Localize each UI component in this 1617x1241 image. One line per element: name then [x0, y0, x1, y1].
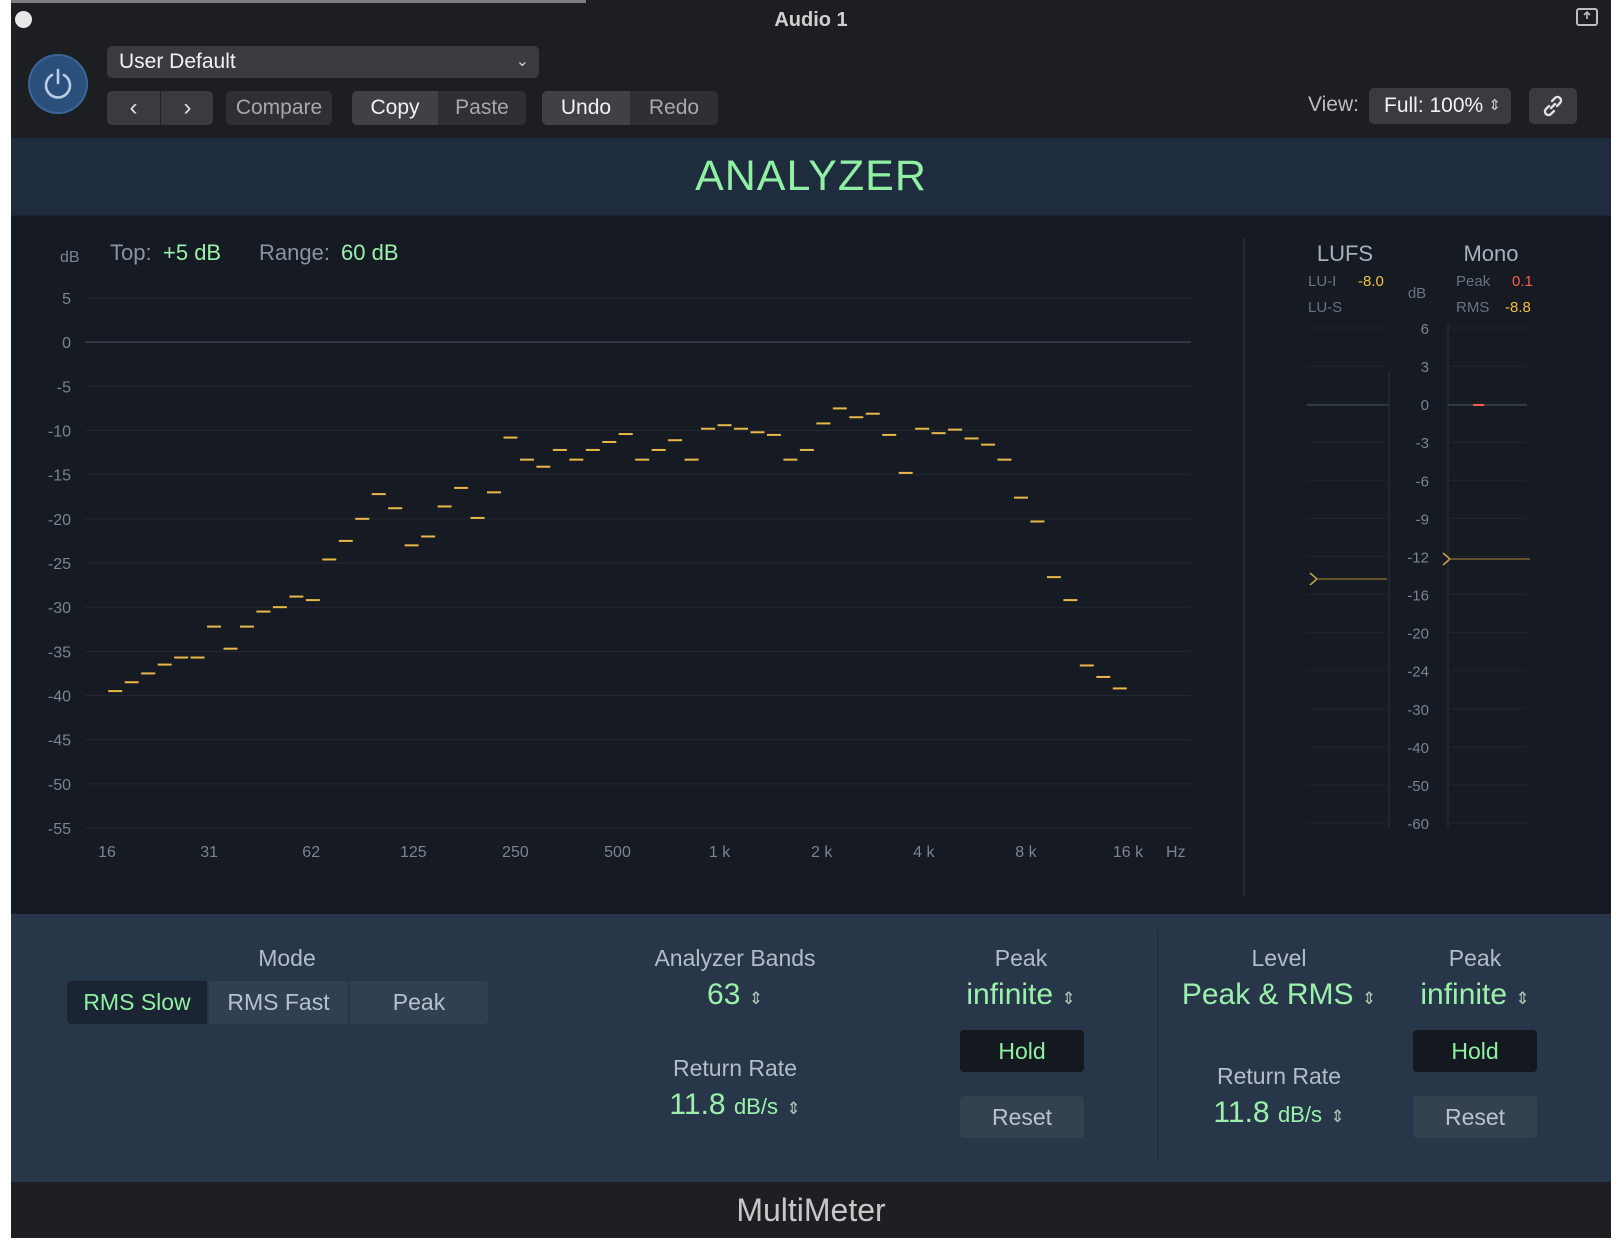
copy-button[interactable]: Copy: [352, 91, 438, 125]
up-down-icon: ⇕: [1330, 1107, 1345, 1126]
meter-scale-label: -20: [1407, 626, 1429, 643]
mono-peak-label: Peak: [1456, 273, 1491, 290]
up-down-icon: ⇕: [1515, 989, 1530, 1008]
power-icon: [44, 68, 72, 99]
meter-scale-label: -3: [1416, 435, 1429, 452]
mode-peak-button[interactable]: Peak: [350, 981, 488, 1024]
up-down-icon: ⇕: [1361, 989, 1377, 1008]
meter-scale-label: 6: [1421, 321, 1429, 338]
lufs-title: LUFS: [1317, 241, 1373, 266]
mode-rms-fast-button[interactable]: RMS Fast: [209, 981, 348, 1024]
window-title: Audio 1: [774, 9, 848, 31]
mono-target-arrow-icon: [1442, 552, 1452, 566]
power-button[interactable]: [28, 54, 88, 114]
return-rate-stepper[interactable]: 11.8 dB/s ⇕: [625, 1088, 845, 1122]
preset-nav-group: ‹ ›: [107, 91, 213, 125]
level-hold-button[interactable]: Hold: [1413, 1030, 1537, 1072]
up-down-icon: ⇕: [748, 989, 763, 1008]
level-meters: LUFS LU-I -8.0 LU-S dB Mono Peak 0.1 RMS…: [1243, 238, 1533, 896]
panel-divider: [1157, 930, 1159, 1162]
meter-scale-label: 0: [1421, 397, 1429, 414]
up-down-icon: ⇕: [1488, 97, 1501, 114]
level-reset-button[interactable]: Reset: [1413, 1096, 1537, 1138]
footer: MultiMeter: [11, 1182, 1611, 1238]
previous-preset-button[interactable]: ‹: [107, 91, 160, 125]
mode-rms-slow-button[interactable]: RMS Slow: [67, 981, 207, 1024]
level-value: Peak & RMS: [1181, 978, 1354, 1011]
meter-scale-label: -30: [1407, 702, 1429, 719]
plugin-name: MultiMeter: [736, 1192, 886, 1228]
lufs-target-arrow-icon: [1309, 572, 1319, 586]
analyzer-bands-label: Analyzer Bands: [654, 945, 816, 971]
preset-select[interactable]: User Default ⌄: [107, 46, 539, 78]
meter-scale-label: -16: [1407, 588, 1429, 605]
level-peak-label: Peak: [1448, 945, 1502, 971]
mode-label: Mode: [258, 945, 316, 971]
view-value: Full: 100%: [1384, 94, 1484, 117]
meter-scale-label: 3: [1421, 359, 1429, 376]
analyzer-graph-area: 5 0 -5 -10 -15 -20 -25 -30 -35 -40 -45 -50 -55 16 31 6…: [11, 216, 1611, 914]
hold-button[interactable]: Hold: [960, 1030, 1084, 1072]
peak-label: Peak: [994, 945, 1048, 971]
peak-stepper[interactable]: infinite ⇕: [931, 978, 1111, 1012]
return-rate-value: 11.8: [669, 1088, 726, 1121]
meter-scale-label: -12: [1407, 549, 1429, 566]
level-return-rate-stepper[interactable]: 11.8 dB/s ⇕: [1169, 1096, 1389, 1130]
meter-scale-label: -50: [1407, 778, 1429, 795]
undo-button[interactable]: Undo: [542, 91, 630, 125]
chevron-down-icon: ⌄: [515, 53, 529, 70]
meter-db-label: dB: [1408, 285, 1426, 302]
mono-title: Mono: [1463, 241, 1518, 266]
level-peak-value: infinite: [1420, 978, 1508, 1011]
level-stepper[interactable]: Peak & RMS ⇕: [1179, 978, 1379, 1012]
meter-scale-label: -6: [1416, 473, 1429, 490]
up-down-icon: ⇕: [786, 1099, 801, 1118]
lu-i-label: LU-I: [1308, 273, 1336, 290]
view-select[interactable]: Full: 100% ⇕: [1369, 88, 1511, 124]
analyzer-header: ANALYZER: [11, 138, 1611, 216]
analyzer-title: ANALYZER: [695, 152, 927, 200]
level-peak-stepper[interactable]: infinite ⇕: [1385, 978, 1565, 1012]
mono-rms-label: RMS: [1456, 299, 1489, 316]
redo-button[interactable]: Redo: [630, 91, 718, 125]
title-progress-bar: [11, 0, 586, 3]
link-icon: [1543, 95, 1563, 117]
detach-icon[interactable]: [1576, 8, 1598, 26]
return-rate-label: Return Rate: [672, 1055, 797, 1081]
title-bar: Audio 1: [11, 0, 1611, 40]
lu-i-value: -8.0: [1358, 273, 1384, 290]
meter-scale-label: -40: [1407, 740, 1429, 757]
meter-scale-label: -9: [1416, 511, 1429, 528]
view-label: View:: [1308, 93, 1359, 116]
level-return-rate-unit: dB/s: [1277, 1102, 1322, 1127]
preset-value: User Default: [119, 50, 236, 73]
analyzer-bands-value: 63: [707, 978, 741, 1011]
level-return-rate-label: Return Rate: [1216, 1063, 1341, 1089]
next-preset-button[interactable]: ›: [161, 91, 214, 125]
plugin-window: Audio 1 User Default ⌄ ‹ › Compare Copy …: [11, 0, 1611, 1238]
mode-segmented-control: RMS Slow RMS Fast Peak: [67, 981, 488, 1024]
peak-value: infinite: [966, 978, 1054, 1011]
meter-scale-label: -60: [1407, 816, 1429, 833]
level-return-rate-value: 11.8: [1213, 1096, 1270, 1129]
meter-scale-label: -24: [1407, 664, 1429, 681]
analyzer-bands-stepper[interactable]: 63 ⇕: [635, 978, 835, 1012]
return-rate-unit: dB/s: [733, 1094, 778, 1119]
lu-s-label: LU-S: [1308, 299, 1342, 316]
up-down-icon: ⇕: [1061, 989, 1076, 1008]
compare-button[interactable]: Compare: [226, 91, 332, 125]
mono-peak-value: 0.1: [1512, 273, 1533, 290]
level-label: Level: [1251, 945, 1307, 971]
link-button[interactable]: [1529, 88, 1577, 124]
meter-scale: 6 3 0 -3 -6 -9 -12 -16 -20 -24 -30 -40 -50 -60: [1307, 321, 1527, 833]
mono-rms-value: -8.8: [1505, 299, 1531, 316]
paste-button[interactable]: Paste: [438, 91, 526, 125]
reset-button[interactable]: Reset: [960, 1096, 1084, 1138]
